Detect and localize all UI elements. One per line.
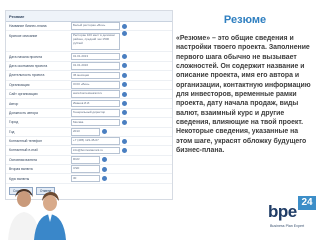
people-photo	[8, 189, 66, 240]
form-row-label: Организация	[9, 82, 30, 87]
form-row-input[interactable]: 01.01.2013	[71, 52, 120, 61]
slide-description: «Резюме» – это общие сведения и настройк…	[176, 35, 311, 155]
form-header-title: Резюме	[9, 13, 25, 19]
help-icon[interactable]	[122, 63, 127, 69]
form-row-label: Вторая валюта	[9, 167, 33, 172]
form-row-input[interactable]: 30	[71, 174, 100, 183]
logo-text: bpe	[268, 202, 297, 221]
form-row-label: Сайт организации	[9, 92, 38, 97]
help-icon[interactable]	[102, 129, 107, 135]
form-row-input[interactable]: ООО «Бон»	[71, 80, 120, 89]
help-icon[interactable]	[122, 54, 127, 60]
form-row-input[interactable]: info@bonrestaurant.ru	[71, 146, 120, 155]
form-row-label: Контактный телефон	[9, 139, 43, 144]
help-icon[interactable]	[122, 119, 127, 125]
form-row-label: Название бизнес-плана	[9, 24, 47, 29]
form-row-input[interactable]: Иванов И.И.	[71, 99, 120, 108]
form-row-label: Год	[9, 129, 15, 134]
help-icon[interactable]	[122, 72, 127, 78]
help-icon[interactable]	[122, 23, 127, 29]
form-row-label: Дата начала проекта	[9, 54, 43, 59]
form-row: Организация ООО «Бон»	[6, 80, 172, 90]
logo-tagline: Business Plan Expert	[270, 224, 305, 228]
help-icon[interactable]	[122, 138, 127, 144]
help-icon[interactable]	[102, 157, 107, 163]
form-row: Вторая валюта USD	[6, 165, 172, 175]
form-row: Сайт организации www.bonrestaurant.ru	[6, 90, 172, 100]
form-row-input[interactable]: +7 (495) 123-45-67	[71, 137, 120, 145]
form-row: Контактный e-mail info@bonrestaurant.ru	[6, 146, 172, 156]
form-row: Должность автора Генеральный директор	[6, 109, 172, 119]
slide-title: Резюме	[223, 14, 267, 26]
form-row-label: Длительность проекта	[9, 73, 45, 78]
help-icon[interactable]	[102, 166, 107, 172]
form-row: Год 2013	[6, 127, 172, 137]
form-row-input[interactable]: www.bonrestaurant.ru	[71, 90, 120, 98]
form-row-label: Краткое описание	[9, 34, 38, 39]
form-row-input[interactable]: Генеральный директор	[71, 109, 120, 117]
help-icon[interactable]	[122, 91, 127, 97]
form-rows: Название бизнес-плана Белый ресторан «Бон…	[6, 22, 172, 184]
form-row-label: Дата окончания проекта	[9, 63, 48, 68]
form-row-label: Должность автора	[9, 110, 38, 115]
form-row-label: Контактный e-mail	[9, 148, 38, 153]
form-screenshot: Резюме Название бизнес-плана Белый рестор…	[5, 10, 173, 200]
form-row-input[interactable]: 01.01.2016	[71, 62, 120, 70]
form-row: Длительность проекта 36 месяцев	[6, 71, 172, 81]
form-row: Контактный телефон +7 (495) 123-45-67	[6, 137, 172, 147]
form-row-input[interactable]: USD	[71, 165, 100, 174]
help-icon[interactable]	[122, 101, 127, 107]
form-row-input[interactable]: Москва	[71, 118, 120, 127]
form-row-input[interactable]: 2013	[71, 127, 100, 136]
form-row-input[interactable]: Ресторан 100 мест в деловом районе, сред…	[71, 33, 120, 51]
help-icon[interactable]	[122, 82, 127, 88]
help-icon[interactable]	[122, 110, 127, 116]
help-icon[interactable]	[102, 176, 107, 182]
form-row-input[interactable]: 36 месяцев	[71, 71, 120, 80]
form-row: Краткое описание Ресторан 100 мест в дело…	[6, 31, 172, 53]
form-row-label: Город	[9, 120, 19, 125]
help-icon[interactable]	[122, 31, 127, 37]
help-icon[interactable]	[122, 147, 127, 153]
form-row: Дата начала проекта 01.01.2013	[6, 52, 172, 62]
bpe-logo: bpe 24 Business Plan Expert	[268, 196, 320, 240]
form-row: Название бизнес-плана Белый ресторан «Бон…	[6, 22, 172, 32]
form-row-label: Основная валюта	[9, 157, 37, 162]
form-header: Резюме	[6, 11, 172, 22]
form-row: Основная валюта RUR	[6, 156, 172, 166]
form-row: Автор Иванов И.И.	[6, 99, 172, 109]
form-row-input[interactable]: Белый ресторан «Бон»	[71, 22, 120, 30]
form-row-label: Автор	[9, 101, 19, 106]
form-row: Город Москва	[6, 118, 172, 128]
form-row-label: Курс валюты	[9, 176, 30, 181]
logo-number: 24	[298, 196, 316, 210]
form-row-input[interactable]: RUR	[71, 156, 100, 164]
form-row: Дата окончания проекта 01.01.2016	[6, 62, 172, 72]
